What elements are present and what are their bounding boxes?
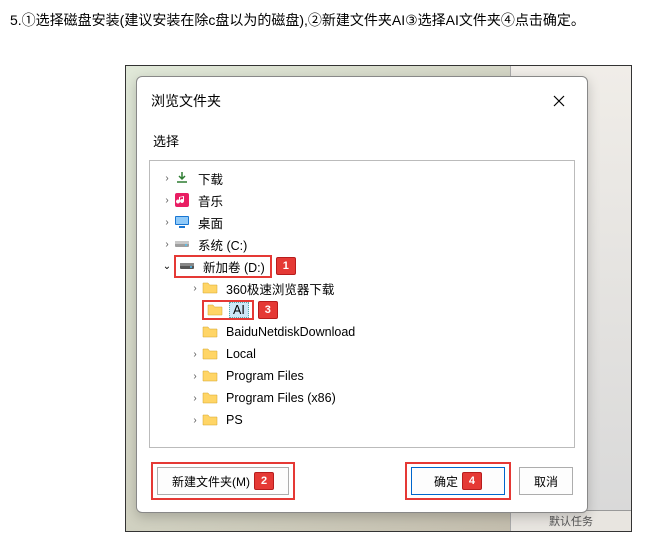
folder-icon [202, 324, 218, 340]
tree-item-cdrive[interactable]: › 系统 (C:) [152, 233, 572, 255]
tree-label: Local [224, 347, 258, 361]
annotation-highlight-2: 新建文件夹(M) 2 [151, 462, 295, 500]
download-icon [174, 170, 190, 186]
tree-label: 新加卷 (D:) [201, 257, 267, 276]
dialog-subtitle: 选择 [137, 125, 587, 160]
collapse-icon[interactable]: ⌄ [160, 261, 174, 272]
background-footer: 默认任务 [511, 510, 631, 531]
annotation-badge-4: 4 [462, 472, 482, 490]
desktop-icon [174, 214, 190, 230]
expand-icon[interactable]: › [188, 393, 202, 404]
tree-item-downloads[interactable]: › 下载 [152, 167, 572, 189]
annotation-highlight-4: 确定 4 [405, 462, 511, 500]
browse-folder-dialog: 浏览文件夹 选择 › 下载 › 音乐 › [136, 76, 588, 513]
tree-item-music[interactable]: › 音乐 [152, 189, 572, 211]
tree-item-browser[interactable]: › 360极速浏览器下载 [152, 277, 572, 299]
folder-icon [202, 280, 218, 296]
tree-item-local[interactable]: › Local [152, 343, 572, 365]
annotation-highlight-3: AI [202, 300, 254, 320]
tree-label: 音乐 [196, 191, 225, 210]
drive-icon [174, 236, 190, 252]
background-installer: 默认任务 浏览文件夹 选择 › 下载 › 音乐 [125, 65, 632, 532]
dialog-button-bar: 新建文件夹(M) 2 确定 4 取消 [137, 448, 587, 512]
close-icon [553, 95, 565, 107]
tree-label: 系统 (C:) [196, 235, 249, 254]
expand-icon[interactable]: › [188, 415, 202, 426]
tree-label: Program Files [224, 369, 306, 383]
page-root: 5.①选择磁盘安装(建议安装在除c盘以为的磁盘),②新建文件夹AI③选择AI文件… [0, 0, 656, 537]
tree-item-desktop[interactable]: › 桌面 [152, 211, 572, 233]
music-icon [174, 192, 190, 208]
expand-icon[interactable]: › [188, 349, 202, 360]
folder-icon [202, 412, 218, 428]
button-label: 确定 [434, 473, 458, 490]
annotation-badge-1: 1 [276, 257, 296, 275]
tree-item-pf86[interactable]: › Program Files (x86) [152, 387, 572, 409]
new-folder-button[interactable]: 新建文件夹(M) 2 [157, 467, 289, 495]
cancel-button[interactable]: 取消 [519, 467, 573, 495]
tree-label: 下载 [196, 169, 225, 188]
tree-label: BaiduNetdiskDownload [224, 325, 357, 339]
folder-icon [202, 346, 218, 362]
drive-icon [179, 258, 195, 274]
tree-item-ps[interactable]: › PS [152, 409, 572, 431]
expand-icon[interactable]: › [188, 283, 202, 294]
tree-item-baidu[interactable]: BaiduNetdiskDownload [152, 321, 572, 343]
folder-icon [207, 302, 223, 318]
expand-icon[interactable]: › [160, 217, 174, 228]
close-button[interactable] [545, 87, 573, 115]
button-label: 取消 [534, 473, 558, 490]
tree-label: 桌面 [196, 213, 225, 232]
annotation-badge-2: 2 [254, 472, 274, 490]
dialog-title: 浏览文件夹 [151, 91, 221, 111]
tree-label: AI [229, 302, 249, 318]
tree-item-ddrive[interactable]: ⌄ 新加卷 (D:) 1 [152, 255, 572, 277]
annotation-badge-3: 3 [258, 301, 278, 319]
annotation-highlight-1: 新加卷 (D:) [174, 255, 272, 278]
button-label: 新建文件夹(M) [172, 473, 250, 490]
ok-button[interactable]: 确定 4 [411, 467, 505, 495]
folder-icon [202, 368, 218, 384]
folder-icon [202, 390, 218, 406]
tree-label: PS [224, 413, 245, 427]
dialog-titlebar: 浏览文件夹 [137, 77, 587, 125]
tree-item-pf[interactable]: › Program Files [152, 365, 572, 387]
expand-icon[interactable]: › [188, 371, 202, 382]
expand-icon[interactable]: › [160, 173, 174, 184]
expand-icon[interactable]: › [160, 195, 174, 206]
expand-icon[interactable]: › [160, 239, 174, 250]
folder-tree[interactable]: › 下载 › 音乐 › 桌面 › 系统 (C:) [149, 160, 575, 448]
tree-label: Program Files (x86) [224, 391, 338, 405]
tree-label: 360极速浏览器下载 [224, 279, 336, 298]
instruction-text: 5.①选择磁盘安装(建议安装在除c盘以为的磁盘),②新建文件夹AI③选择AI文件… [0, 0, 656, 41]
tree-item-ai[interactable]: AI 3 [152, 299, 572, 321]
